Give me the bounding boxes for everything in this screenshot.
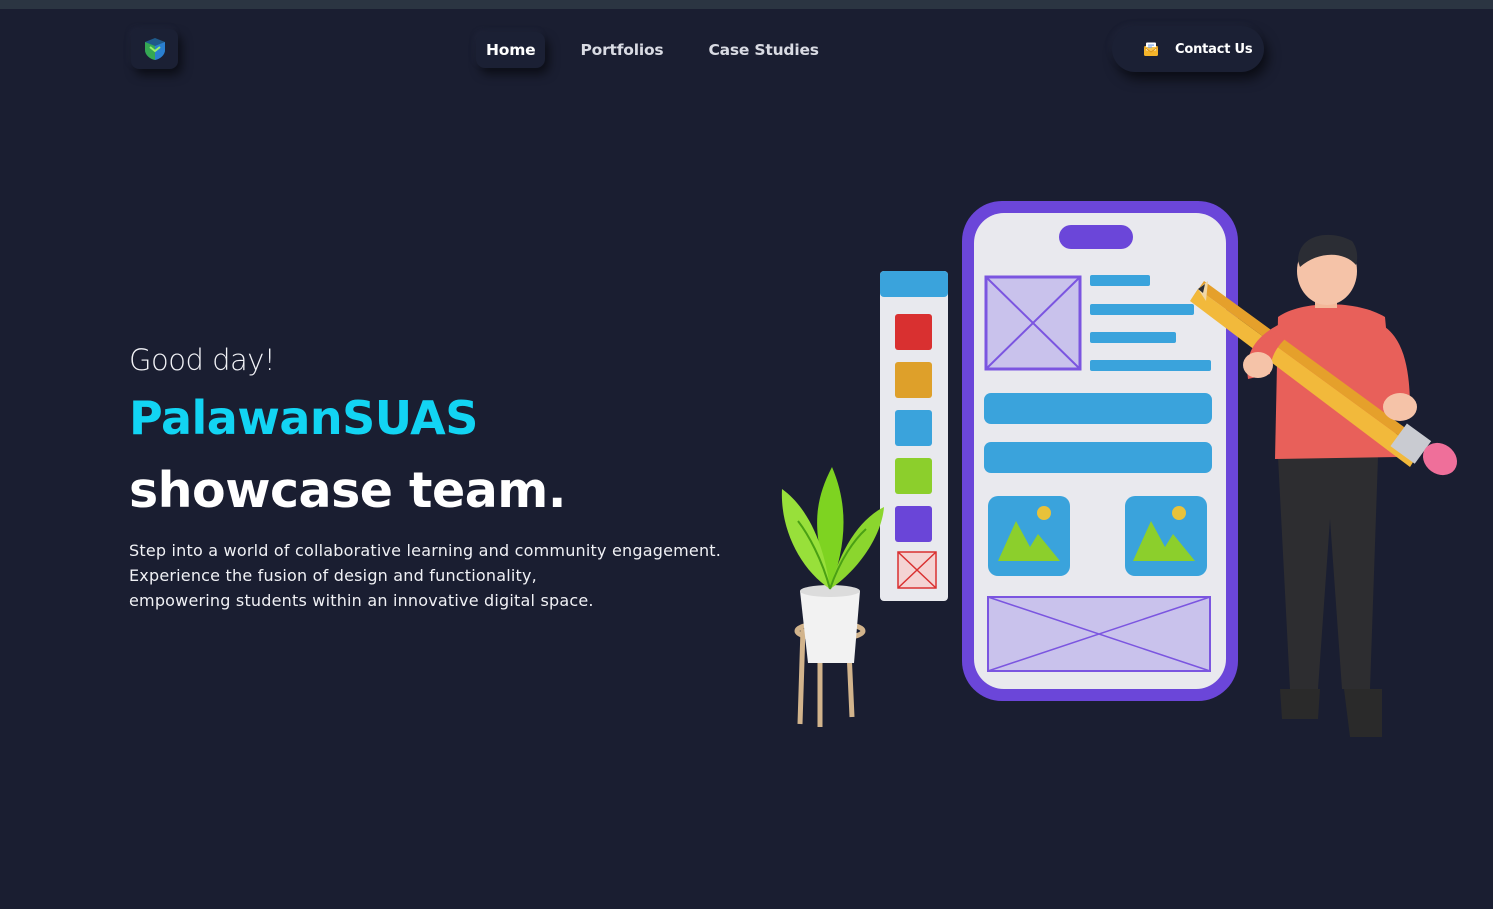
headline-text: showcase team. [129,462,566,519]
contact-us-label: Contact Us [1175,41,1253,57]
nav-home[interactable]: Home [476,32,546,68]
description-line: Experience the fusion of design and func… [129,566,537,585]
description-line: empowering students within an innovative… [129,591,594,610]
shield-logo-icon [144,38,165,60]
main-nav: Home Portfolios Case Studies [476,30,854,70]
nav-case-studies[interactable]: Case Studies [698,32,828,68]
color-palette-panel [880,271,948,601]
nav-portfolios[interactable]: Portfolios [570,32,673,68]
mail-icon [1143,42,1159,56]
hero-description: Step into a world of collaborative learn… [129,538,789,613]
contact-us-button[interactable]: Contact Us [1112,26,1264,72]
phone-mockup [962,201,1238,701]
landing-page: Home Portfolios Case Studies Contact Us … [0,9,1493,909]
hero-illustration [781,201,1458,737]
brand-heading: PalawanSUAS [129,391,478,445]
greeting-text: Good day! [129,343,276,377]
description-line: Step into a world of collaborative learn… [129,541,722,560]
browser-top-strip [0,0,1493,9]
logo-button[interactable] [131,29,178,69]
potted-plant [781,467,884,727]
